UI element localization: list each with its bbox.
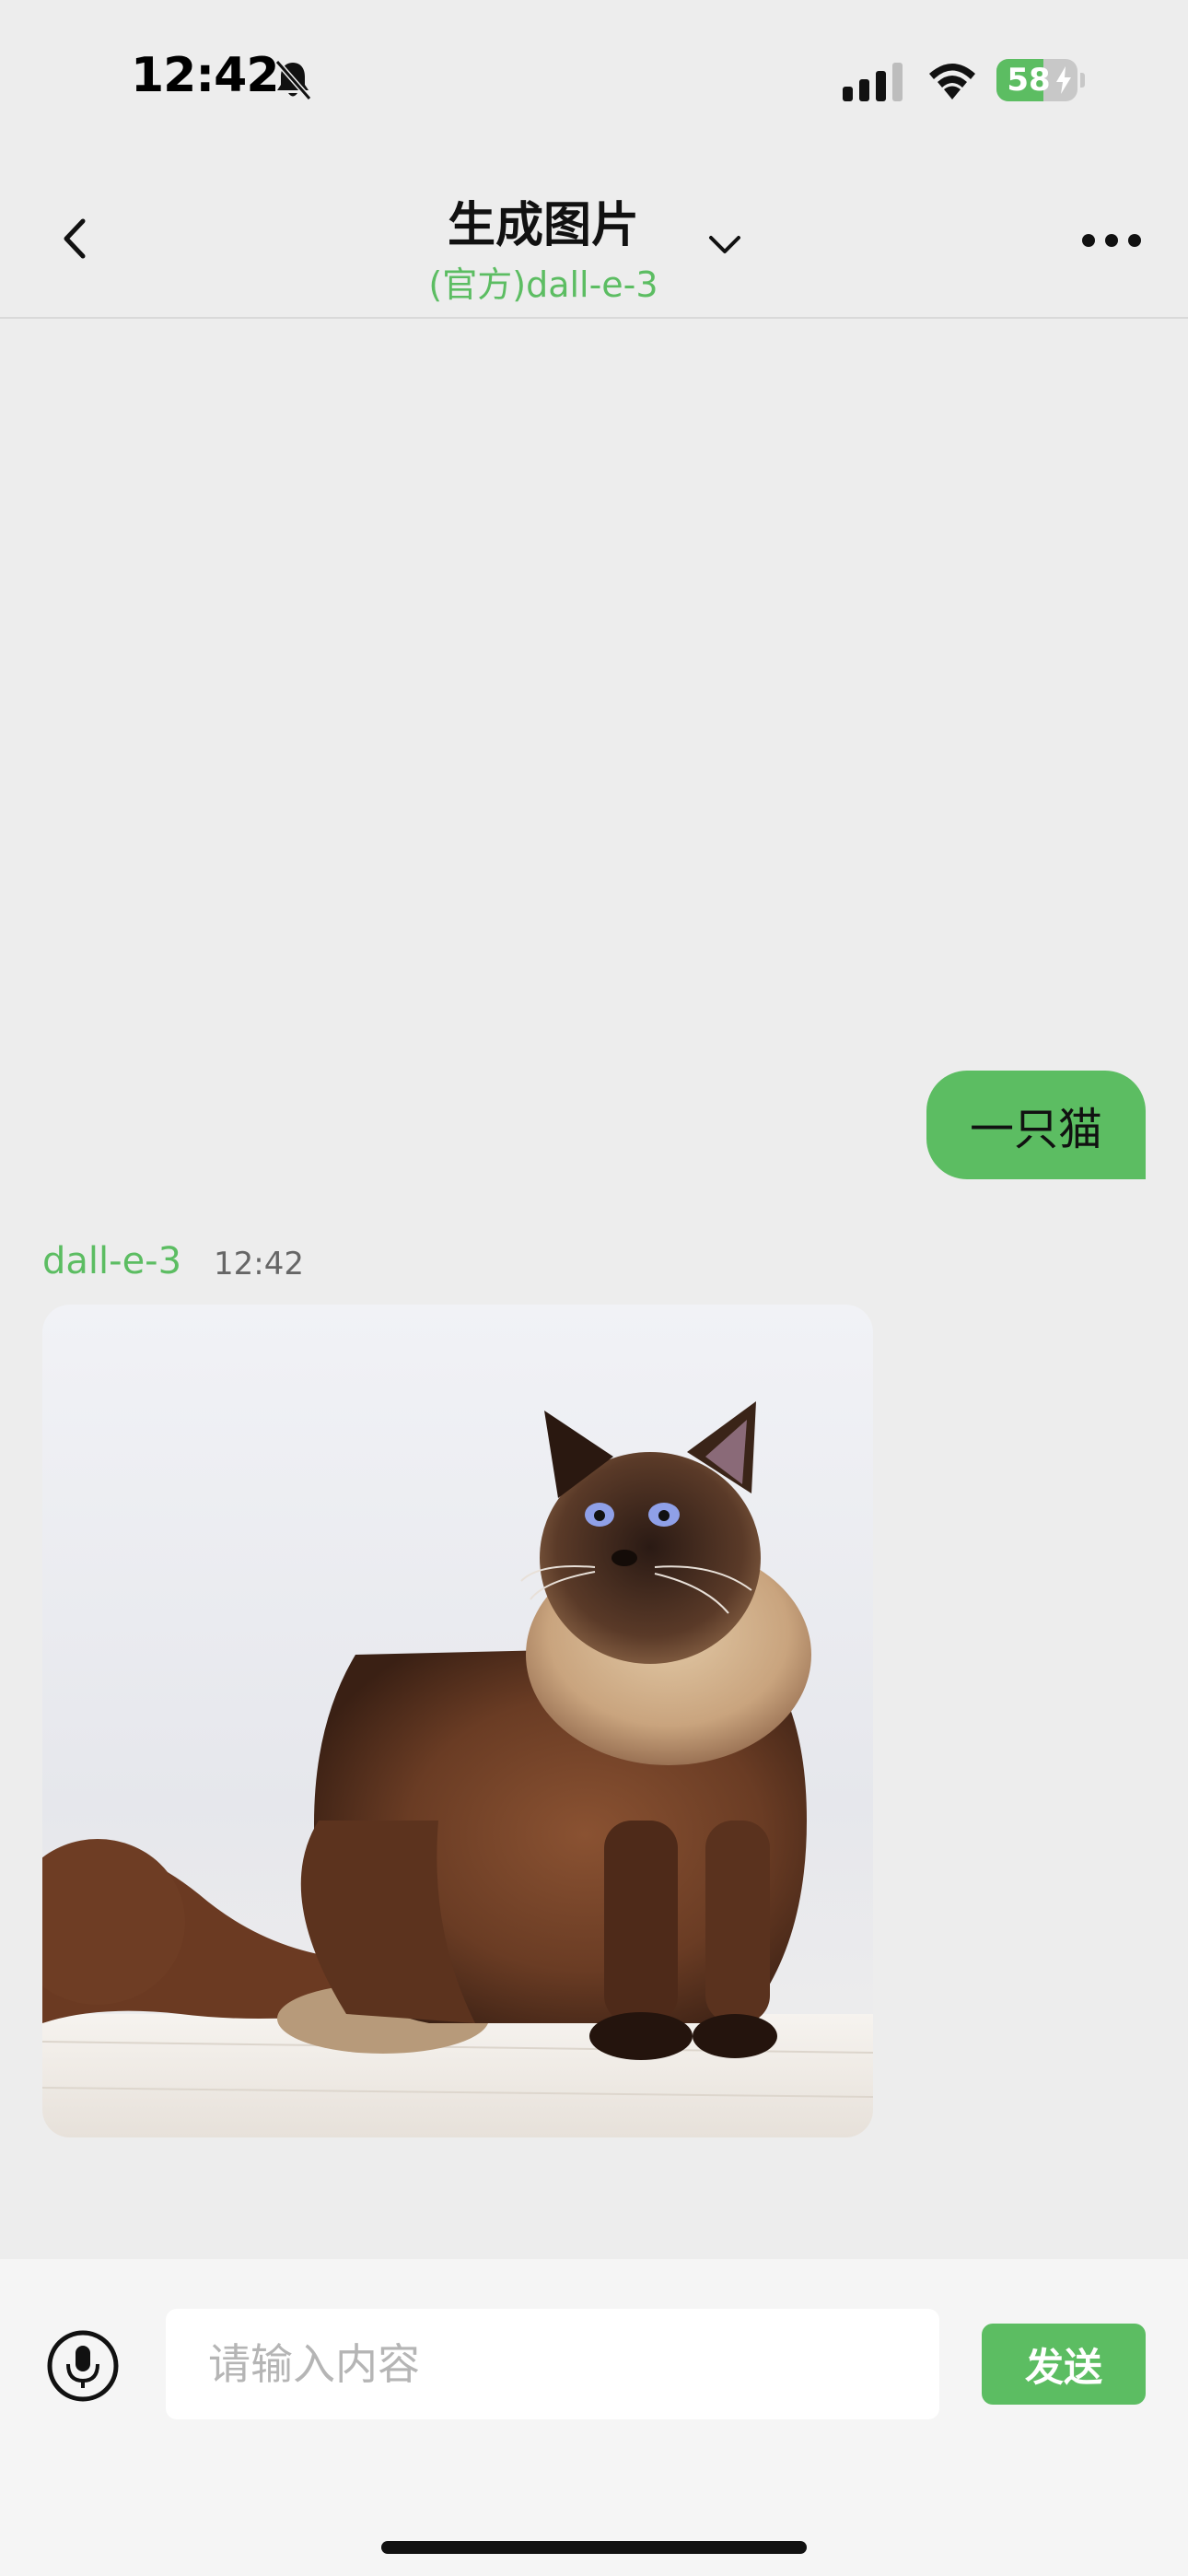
input-bar: 发送 (0, 2259, 1188, 2576)
cat-illustration (42, 1305, 873, 2137)
page-title: 生成图片 (447, 198, 639, 253)
bell-slash-icon (274, 60, 312, 100)
cellular-signal-icon (843, 63, 903, 101)
user-message-bubble[interactable]: 一只猫 (926, 1071, 1146, 1179)
status-time: 12:42 (131, 48, 280, 103)
bot-name: dall-e-3 (42, 1240, 182, 1282)
more-dots-icon[interactable] (1079, 227, 1144, 254)
back-chevron-icon[interactable] (46, 208, 107, 269)
message-input[interactable] (166, 2309, 939, 2419)
charging-bolt-icon (1056, 66, 1071, 94)
status-bar: 12:42 58 (0, 0, 1188, 157)
bot-timestamp: 12:42 (214, 1246, 304, 1282)
model-subtitle[interactable]: (官方)dall-e-3 (359, 256, 728, 307)
cat-image[interactable] (42, 1305, 873, 2137)
chevron-down-icon[interactable] (704, 223, 746, 265)
nav-bar: 生成图片 (官方)dall-e-3 (0, 157, 1188, 319)
wifi-icon (929, 64, 975, 100)
microphone-icon[interactable] (46, 2329, 120, 2403)
home-indicator[interactable] (381, 2541, 807, 2554)
send-button[interactable]: 发送 (982, 2324, 1146, 2405)
battery-icon: 58 (996, 59, 1085, 101)
battery-level: 58 (1007, 62, 1051, 99)
